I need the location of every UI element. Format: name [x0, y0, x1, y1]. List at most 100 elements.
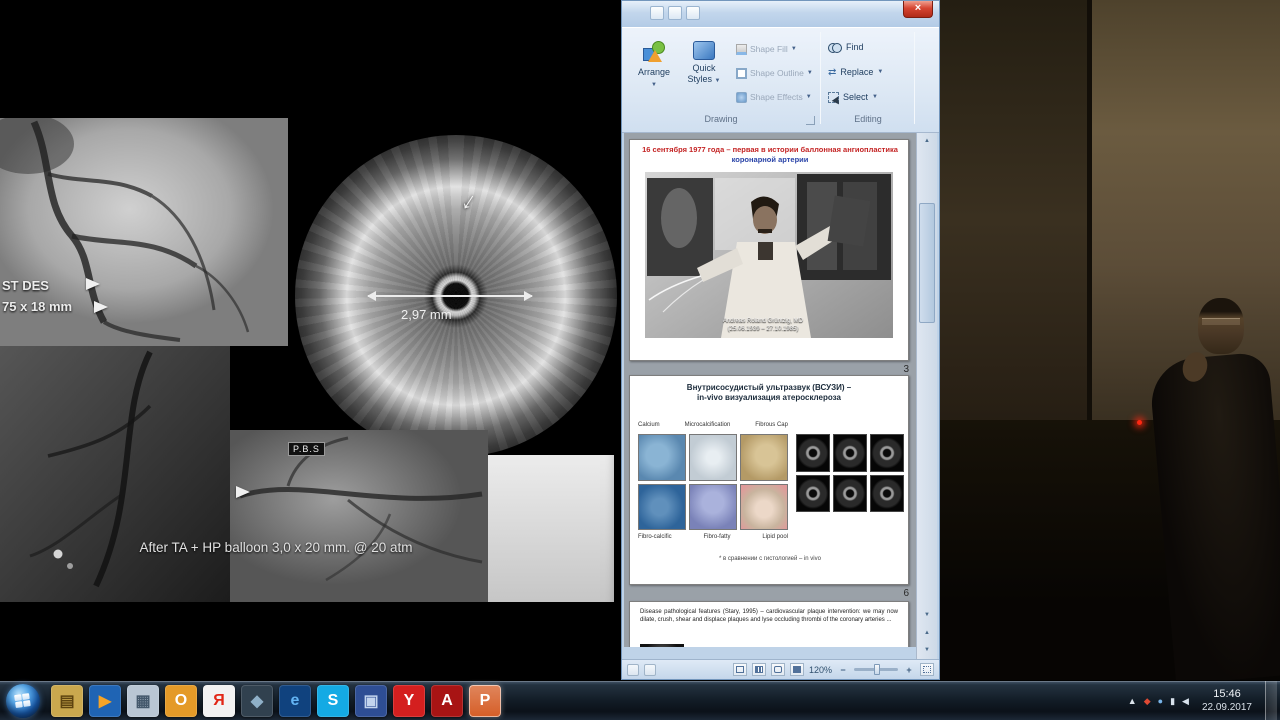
window-titlebar[interactable]: ×: [622, 1, 939, 27]
projector-screen: ST DES 75 x 18 mm ↓ 2,97 mm: [0, 0, 614, 680]
zoom-out-button[interactable]: −: [837, 665, 849, 675]
skype-icon: S: [328, 692, 339, 710]
label-calcium: Calcium: [638, 422, 660, 428]
taskbar-icon-file-manager[interactable]: ▣: [355, 685, 387, 717]
scroll-up-button[interactable]: ▲: [917, 133, 937, 149]
taskbar-icon-windows-explorer[interactable]: ▤: [51, 685, 83, 717]
windows-taskbar: ▤ ▶ ▦ O Я ◆ e S ▣ Y A P ▲ ◆ ● ▮ ◀ 15:46 …: [0, 680, 1280, 720]
taskbar-icon-yandex-browser[interactable]: Y: [393, 685, 425, 717]
taskbar-icon-media-center[interactable]: ◆: [241, 685, 273, 717]
close-button[interactable]: ×: [903, 1, 933, 18]
taskbar-icon-powerpoint[interactable]: P: [469, 685, 501, 717]
taskbar-clock[interactable]: 15:46 22.09.2017: [1196, 688, 1258, 714]
ivus-thumbnail-grid: [796, 434, 904, 512]
dropdown-arrow-icon: ▼: [791, 46, 797, 52]
photo-caption-line2: (25.06.1939 – 27.10.1985): [693, 326, 833, 334]
reading-view-button[interactable]: [771, 663, 785, 676]
select-icon: [828, 92, 839, 103]
presentation-video-frame: ST DES 75 x 18 mm ↓ 2,97 mm: [0, 0, 1280, 720]
taskbar-icon-internet-explorer[interactable]: e: [279, 685, 311, 717]
select-button[interactable]: Select ▼: [828, 86, 912, 108]
shape-outline-button[interactable]: Shape Outline ▼: [736, 62, 818, 84]
zoom-level-label[interactable]: 120%: [809, 665, 832, 675]
quick-styles-icon: [693, 41, 715, 60]
photo-svg: [645, 172, 893, 338]
shape-effects-label: Shape Effects: [750, 92, 803, 102]
drawing-dialog-launcher-icon[interactable]: [806, 116, 815, 125]
document-area: 16 сентября 1977 года – первая в истории…: [624, 133, 916, 647]
shape-effects-icon: [736, 92, 747, 103]
label-fibro-fatty: Fibro-fatty: [703, 534, 730, 540]
taskbar-icon-media-player[interactable]: ▶: [89, 685, 121, 717]
ivus-thumb: [796, 434, 830, 472]
photo-viewer-icon: ▦: [135, 691, 150, 711]
powerpoint-window: × Arrange ▼ Quick Styles ▼ Shape Fill ▼ …: [621, 0, 940, 680]
quick-styles-button[interactable]: Quick Styles ▼: [680, 34, 728, 106]
show-desktop-button[interactable]: [1265, 681, 1277, 720]
slideshow-view-button[interactable]: [790, 663, 804, 676]
slide-page-3[interactable]: 16 сентября 1977 года – первая в истории…: [629, 139, 909, 361]
ivus-thumb: [870, 475, 904, 513]
vertical-scrollbar[interactable]: ▲ ▼ ▲ ▼: [916, 133, 937, 659]
status-language-icon[interactable]: [644, 664, 656, 676]
taskbar-icon-yandex[interactable]: Я: [203, 685, 235, 717]
wall-edge: [1087, 0, 1092, 440]
zoom-slider[interactable]: [854, 668, 898, 671]
next-slide-button[interactable]: ▼: [917, 642, 937, 658]
angiogram-post-image: P.B.S: [230, 430, 488, 602]
start-button[interactable]: [6, 684, 40, 718]
select-label: Select: [843, 92, 868, 102]
zoom-in-button[interactable]: +: [903, 665, 915, 675]
shape-fill-button[interactable]: Shape Fill ▼: [736, 38, 818, 60]
windows-logo-icon: [14, 693, 32, 709]
zoom-slider-thumb[interactable]: [874, 664, 880, 675]
previous-slide-button[interactable]: ▲: [917, 625, 937, 641]
file-manager-icon: ▣: [363, 691, 378, 711]
angiogram-svg: [230, 430, 488, 602]
ivus-thumb: [870, 434, 904, 472]
qat-button-icon[interactable]: [650, 6, 664, 20]
dropdown-arrow-icon: ▼: [715, 78, 721, 85]
dropdown-arrow-icon: ▼: [806, 94, 812, 100]
tray-update-icon[interactable]: ●: [1158, 696, 1163, 706]
replace-button[interactable]: ⇄ Replace ▼: [828, 61, 912, 83]
speaker-glasses: [1202, 318, 1240, 325]
slide-caption: After TA + HP balloon 3,0 x 20 mm. @ 20 …: [85, 540, 467, 555]
hidden-icons-chevron[interactable]: ▲: [1128, 696, 1137, 706]
slide-page-next[interactable]: Disease pathological features (Stary, 19…: [629, 601, 909, 647]
slide-sorter-view-button[interactable]: [752, 663, 766, 676]
taskbar-icon-outlook[interactable]: O: [165, 685, 197, 717]
photo-caption: Andreas Roland Grüntzig, MD (25.06.1939 …: [693, 318, 833, 333]
windows-explorer-icon: ▤: [59, 691, 74, 711]
vertical-scroll-thumb[interactable]: [919, 203, 935, 323]
histology-thumb: [740, 434, 788, 481]
normal-view-button[interactable]: [733, 663, 747, 676]
replace-label: Replace: [840, 67, 873, 77]
drawing-group-label: Drawing: [630, 114, 812, 124]
fit-to-window-button[interactable]: [920, 663, 934, 676]
arrange-button[interactable]: Arrange ▼: [630, 34, 678, 106]
stent-arrow-icon: [94, 301, 108, 313]
scroll-down-button[interactable]: ▼: [917, 607, 937, 623]
taskbar-icon-skype[interactable]: S: [317, 685, 349, 717]
slide-page-6[interactable]: Внутрисосудистый ультразвук (ВСУЗИ) – in…: [629, 375, 909, 585]
ivus-cross-section-image: ↓ 2,97 mm: [295, 135, 617, 457]
slide6-title: Внутрисосудистый ультразвук (ВСУЗИ) – in…: [634, 383, 904, 404]
qat-button-icon[interactable]: [686, 6, 700, 20]
taskbar-icon-acrobat-reader[interactable]: A: [431, 685, 463, 717]
histology-thumb: [638, 484, 686, 531]
ivus-thumb: [833, 434, 867, 472]
tray-antivirus-icon[interactable]: ◆: [1144, 696, 1151, 707]
qat-button-icon[interactable]: [668, 6, 682, 20]
tray-volume-icon[interactable]: ◀: [1182, 696, 1189, 707]
tray-network-icon[interactable]: ▮: [1170, 696, 1175, 707]
shape-effects-button[interactable]: Shape Effects ▼: [736, 86, 818, 108]
taskbar-icon-photo-viewer[interactable]: ▦: [127, 685, 159, 717]
slide-number: 3: [629, 364, 909, 375]
slide-number: 6: [629, 588, 909, 599]
stent-arrow-icon: [86, 278, 100, 290]
plaque-arrow-icon: ↓: [456, 186, 482, 217]
slide6-title-line2: in-vivo визуализация атеросклероза: [634, 393, 904, 403]
status-theme-icon[interactable]: [627, 664, 639, 676]
find-button[interactable]: Find: [828, 36, 912, 58]
